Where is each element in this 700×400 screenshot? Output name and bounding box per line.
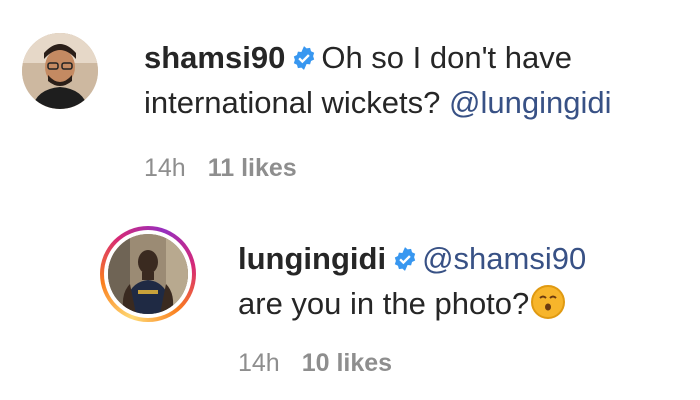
comment-meta: 14h 10 likes: [238, 349, 688, 378]
comment-line-1: lungingidi @shamsi90: [238, 238, 688, 283]
likes-count[interactable]: 10 likes: [302, 349, 392, 377]
comment-text: are you in the photo?: [238, 286, 530, 321]
profile-photo-icon: [22, 33, 98, 109]
avatar-lungingidi[interactable]: [100, 226, 196, 322]
profile-photo: [22, 33, 98, 109]
comment-text-continued: international wickets?: [144, 85, 441, 120]
mention-link[interactable]: @shamsi90: [422, 241, 586, 276]
profile-photo-icon: [108, 234, 188, 314]
timestamp: 14h: [238, 349, 280, 377]
timestamp: 14h: [144, 154, 186, 182]
comment-line-1: shamsi90 Oh so I don't have: [144, 37, 684, 82]
likes-count[interactable]: 11 likes: [208, 154, 297, 182]
comment-meta: 14h 11 likes: [144, 154, 684, 183]
mention-link[interactable]: @lungingidi: [449, 85, 611, 120]
comment-line-2: international wickets? @lungingidi: [144, 82, 684, 124]
username-link[interactable]: shamsi90: [144, 40, 285, 75]
profile-photo: [108, 234, 188, 314]
story-ring: [104, 230, 192, 318]
verified-badge-icon: [291, 40, 317, 82]
kissing-face-emoji-icon: [531, 285, 566, 319]
comment-text: Oh so I don't have: [321, 40, 572, 75]
avatar-shamsi90[interactable]: [22, 33, 98, 109]
verified-badge-icon: [392, 241, 418, 283]
username-link[interactable]: lungingidi: [238, 241, 386, 276]
comment-line-2: are you in the photo?: [238, 283, 688, 325]
